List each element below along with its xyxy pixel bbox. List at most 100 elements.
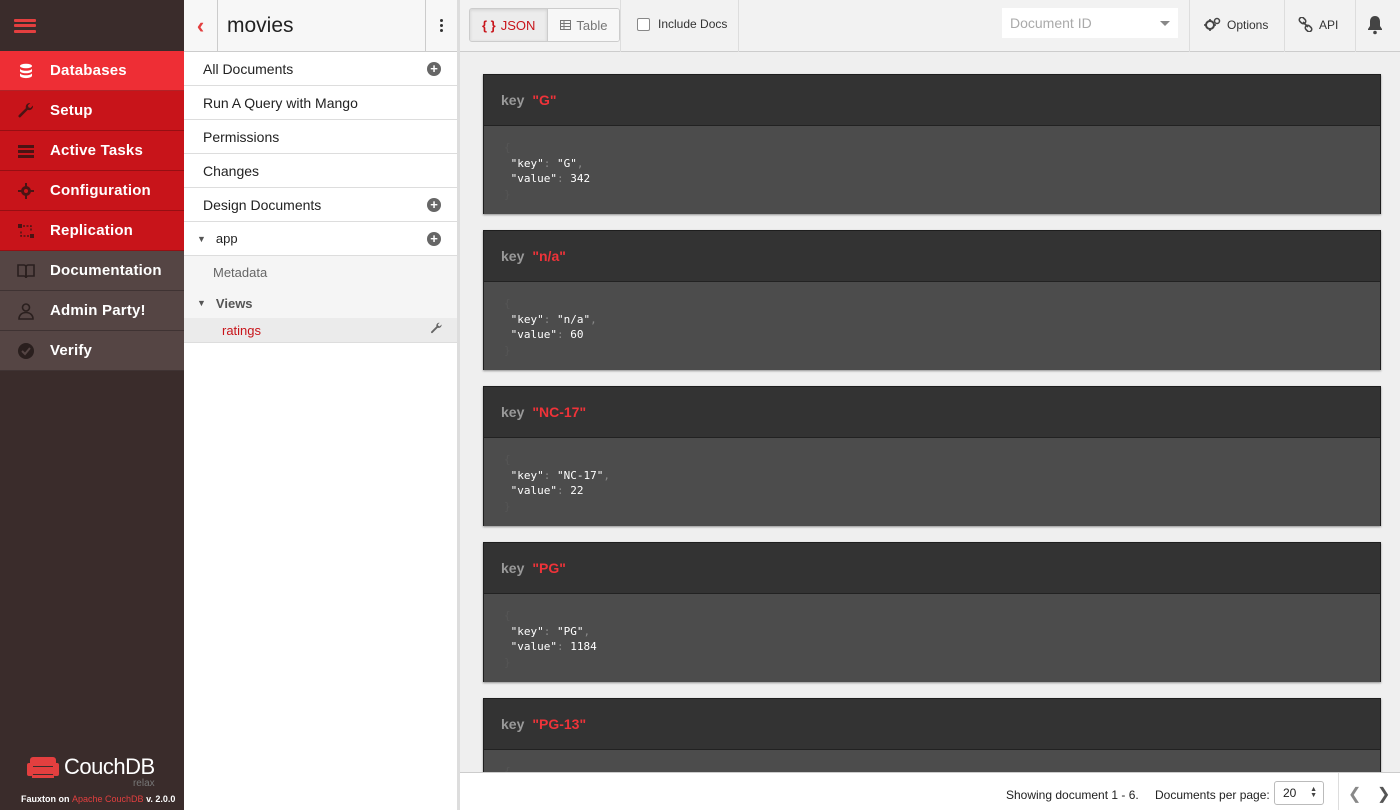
database-title: movies	[227, 13, 294, 37]
result-card-header: key "G"	[484, 75, 1380, 126]
result-card[interactable]: key "PG" { "key": "PG", "value": 1184 }	[483, 542, 1381, 682]
nav-item-active-tasks[interactable]: Active Tasks	[0, 131, 184, 171]
key-value: "G"	[532, 92, 557, 108]
braces-icon: { }	[482, 17, 496, 33]
result-card[interactable]: key "PG-13" {	[483, 698, 1381, 772]
sidebar-item-ddoc-app[interactable]: ▼ app +	[184, 222, 457, 256]
options-label: Options	[1227, 17, 1269, 32]
result-card-header: key "PG"	[484, 543, 1380, 594]
table-view-button[interactable]: Table	[548, 9, 620, 41]
key-label: key	[501, 248, 525, 264]
sidebar-item-all-documents[interactable]: All Documents +	[184, 52, 457, 86]
add-view-icon[interactable]: +	[427, 231, 441, 246]
nav-label: Configuration	[50, 182, 151, 199]
nav-label: Documentation	[50, 262, 162, 279]
nav-item-databases[interactable]: Databases	[0, 51, 184, 91]
result-json: { "key": "G", "value": 342 }	[484, 126, 1380, 214]
nav-item-setup[interactable]: Setup	[0, 91, 184, 131]
result-card-header: key "PG-13"	[484, 699, 1380, 750]
result-card-header: key "NC-17"	[484, 387, 1380, 438]
version-number: v. 2.0.0	[146, 794, 176, 804]
json-value-line: "value": 1184	[504, 640, 597, 653]
sidebar-item-label: Views	[215, 295, 253, 311]
version-info: Fauxton on Apache CouchDB v. 2.0.0	[21, 794, 175, 804]
sidebar-item-permissions[interactable]: Permissions	[184, 120, 457, 154]
json-value: 342	[570, 172, 591, 185]
include-docs-toggle[interactable]: Include Docs	[637, 17, 727, 31]
expand-triangle-icon[interactable]: ▼	[197, 298, 206, 308]
result-card[interactable]: key "G" { "key": "G", "value": 342 }	[483, 74, 1381, 214]
json-view-button[interactable]: { } JSON	[470, 9, 549, 41]
gear-icon	[16, 181, 36, 201]
sidebar-item-view-ratings[interactable]: ratings	[184, 318, 457, 343]
view-format-toggle: { } JSON Table	[469, 8, 621, 42]
nav-item-replication[interactable]: Replication	[0, 211, 184, 251]
sidebar-item-design-documents[interactable]: Design Documents +	[184, 188, 457, 222]
sidebar-item-views[interactable]: ▼ Views	[184, 288, 457, 318]
sidebar-item-changes[interactable]: Changes	[184, 154, 457, 188]
brand-tagline: relax	[132, 778, 155, 789]
nav-item-verify[interactable]: Verify	[0, 331, 184, 371]
include-docs-checkbox[interactable]	[637, 17, 650, 31]
result-card[interactable]: key "n/a" { "key": "n/a", "value": 60 }	[483, 230, 1381, 370]
json-key-line: "key": "n/a",	[504, 312, 597, 326]
nav-label: Replication	[50, 222, 134, 239]
sidebar-item-label: Changes	[203, 162, 260, 179]
divider	[620, 0, 621, 52]
ddoc-name: app	[215, 231, 238, 246]
sidebar-item-label: Run A Query with Mango	[203, 94, 358, 111]
json-brace: {	[504, 609, 511, 622]
main-nav: Databases Setup Active Tasks Configurati…	[0, 0, 184, 810]
expand-triangle-icon[interactable]: ▼	[197, 234, 206, 244]
api-label: API	[1319, 17, 1339, 32]
divider	[1355, 0, 1356, 52]
couch-icon	[27, 757, 59, 778]
sidebar-item-metadata[interactable]: Metadata	[184, 256, 457, 288]
showing-count: Showing document 1 - 6.	[1006, 788, 1139, 802]
wrench-icon[interactable]	[430, 322, 443, 338]
menu-toggle-icon[interactable]	[14, 18, 36, 33]
api-button[interactable]: API	[1298, 17, 1338, 32]
add-design-doc-icon[interactable]: +	[427, 197, 441, 212]
add-document-icon[interactable]: +	[427, 61, 441, 76]
result-card[interactable]: key "NC-17" { "key": "NC-17", "value": 2…	[483, 386, 1381, 526]
nav-item-admin-party[interactable]: Admin Party!	[0, 291, 184, 331]
json-brace: {	[504, 453, 511, 466]
nav-label: Setup	[50, 102, 93, 119]
book-icon	[16, 261, 36, 281]
result-card-header: key "n/a"	[484, 231, 1380, 282]
couchdb-logo: CouchDB relax	[26, 754, 155, 789]
per-page-label: Documents per page:	[1155, 788, 1270, 802]
divider	[1338, 773, 1339, 810]
json-brace: }	[504, 499, 511, 513]
previous-page-icon[interactable]: ❮	[1348, 784, 1361, 804]
nav-label: Admin Party!	[50, 302, 146, 319]
options-button[interactable]: Options	[1204, 17, 1268, 32]
nav-item-configuration[interactable]: Configuration	[0, 171, 184, 211]
divider	[738, 0, 739, 52]
user-icon	[16, 301, 36, 321]
table-label: Table	[576, 17, 608, 33]
json-key-line: "key": "G",	[504, 156, 584, 170]
nav-label: Databases	[50, 62, 127, 79]
nav-item-documentation[interactable]: Documentation	[0, 251, 184, 291]
nav-header	[0, 0, 184, 51]
per-page-select[interactable]: 20 ▲ ▼	[1274, 781, 1324, 805]
kebab-menu-icon[interactable]	[425, 0, 457, 52]
json-value-line: "value": 60	[504, 328, 584, 341]
results-toolbar: { } JSON Table Include Docs Document ID …	[460, 0, 1400, 52]
bell-icon[interactable]	[1360, 12, 1390, 38]
document-id-select[interactable]: Document ID	[1002, 8, 1178, 38]
check-circle-icon	[16, 341, 36, 361]
couchdb-link[interactable]: Apache CouchDB	[72, 794, 144, 804]
next-page-icon[interactable]: ❯	[1377, 784, 1390, 804]
database-icon	[16, 61, 36, 81]
sidebar-item-mango[interactable]: Run A Query with Mango	[184, 86, 457, 120]
key-label: key	[501, 92, 525, 108]
tasks-icon	[16, 141, 36, 161]
replication-icon	[16, 221, 36, 241]
back-arrow-icon[interactable]: ‹	[184, 0, 218, 52]
json-key-line: "key": "NC-17",	[504, 468, 610, 482]
results-panel: key "G" { "key": "G", "value": 342 } key…	[460, 52, 1400, 772]
json-value-line: "value": 342	[504, 172, 591, 185]
